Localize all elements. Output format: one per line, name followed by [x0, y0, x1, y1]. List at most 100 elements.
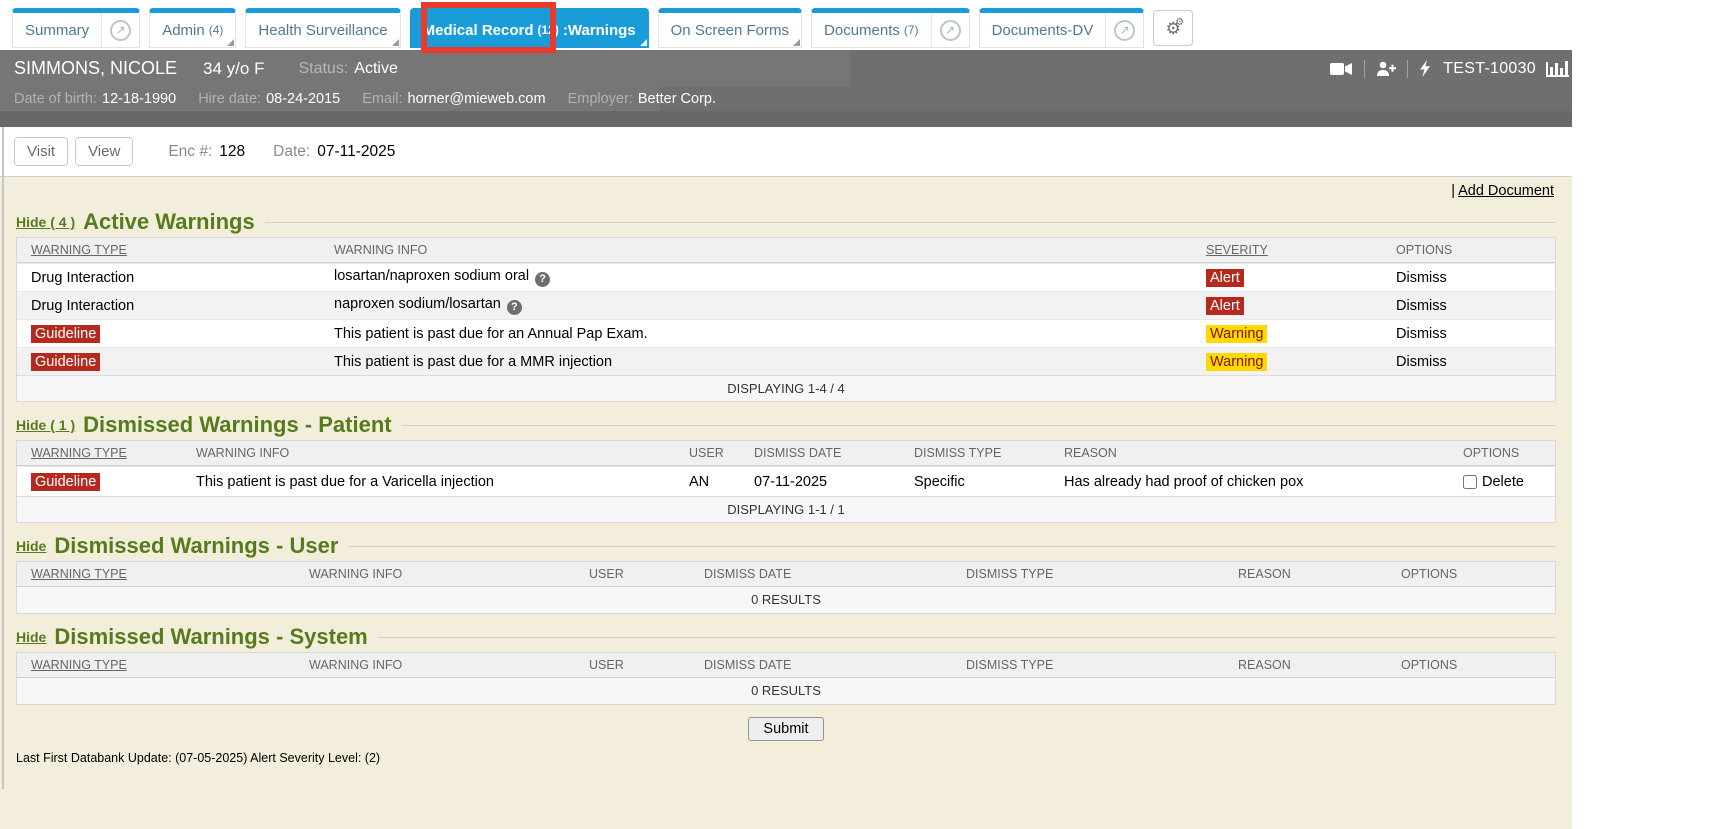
warning-type-cell: Guideline — [17, 325, 320, 343]
view-button[interactable]: View — [75, 137, 133, 166]
banner-bottom-strip — [0, 111, 1572, 127]
warning-type-cell: Drug Interaction — [17, 298, 320, 314]
tab-label: Documents-DV — [992, 22, 1094, 39]
section-rule — [378, 637, 1556, 638]
col-warning-info: WARNING INFO — [182, 446, 675, 460]
video-call-icon[interactable] — [1330, 62, 1353, 76]
warning-row: Guideline This patient is past due for a… — [17, 347, 1555, 375]
documents-dv-popout-button[interactable]: ↗ — [1105, 13, 1143, 47]
active-warnings-table: WARNING TYPE WARNING INFO SEVERITY OPTIO… — [16, 237, 1556, 402]
add-document-row: |Add Document — [16, 183, 1556, 207]
section-dismissed-system-header: Hide Dismissed Warnings - System — [16, 622, 1556, 652]
section-title: Dismissed Warnings - Patient — [83, 412, 391, 438]
email-label: Email: — [362, 91, 402, 107]
patient-name: SIMMONS, NICOLE — [14, 58, 177, 79]
tab-on-screen-forms[interactable]: On Screen Forms — [658, 8, 802, 48]
add-document-link[interactable]: Add Document — [1458, 183, 1554, 199]
warning-info-cell: losartan/naproxen sodium oral? — [320, 268, 1192, 287]
warnings-page: |Add Document Hide ( 4 ) Active Warnings… — [0, 177, 1572, 829]
employer-label: Employer: — [568, 91, 633, 107]
hide-patient-link[interactable]: Hide ( 1 ) — [16, 417, 75, 433]
empty-results: 0 RESULTS — [17, 587, 1555, 613]
options-cell: Dismiss — [1382, 354, 1555, 370]
application-window: Summary ↗ Admin (4) Health Surveillance … — [0, 0, 1572, 829]
summary-popout-button[interactable]: ↗ — [101, 13, 139, 47]
tab-documents[interactable]: Documents (7) ↗ — [811, 8, 970, 48]
col-options: OPTIONS — [1387, 567, 1555, 581]
col-warning-info: WARNING INFO — [295, 658, 575, 672]
severity-cell: Alert — [1192, 297, 1382, 315]
col-warning-type[interactable]: WARNING TYPE — [17, 243, 320, 257]
dropdown-fold-icon — [227, 39, 234, 46]
hide-user-link[interactable]: Hide — [16, 538, 46, 554]
email-value: horner@mieweb.com — [408, 91, 546, 107]
col-warning-type[interactable]: WARNING TYPE — [17, 567, 295, 581]
warning-info-cell: This patient is past due for a MMR injec… — [320, 354, 1192, 370]
dismiss-date-cell: 07-11-2025 — [740, 474, 900, 490]
col-reason: REASON — [1224, 567, 1387, 581]
visit-button[interactable]: Visit — [14, 137, 68, 166]
warning-row: Drug Interaction naproxen sodium/losarta… — [17, 291, 1555, 319]
lightning-icon[interactable] — [1419, 60, 1431, 77]
encounter-toolbar: Visit View Enc #: 128 Date: 07-11-2025 — [0, 127, 1572, 177]
severity-cell: Warning — [1192, 325, 1382, 343]
tab-label: On Screen Forms — [671, 22, 789, 39]
dismiss-link[interactable]: Dismiss — [1396, 354, 1447, 370]
tab-documents-dv[interactable]: Documents-DV ↗ — [979, 8, 1145, 48]
chart-tab-bar: Summary ↗ Admin (4) Health Surveillance … — [0, 0, 1572, 50]
dismiss-link[interactable]: Dismiss — [1396, 270, 1447, 286]
tab-health-surveillance[interactable]: Health Surveillance — [245, 8, 400, 48]
tab-summary[interactable]: Summary ↗ — [12, 8, 140, 48]
dismiss-link[interactable]: Dismiss — [1396, 298, 1447, 314]
warning-info-cell: naproxen sodium/losartan? — [320, 296, 1192, 315]
dob-label: Date of birth: — [14, 91, 97, 107]
col-severity[interactable]: SEVERITY — [1192, 243, 1382, 257]
empty-results: 0 RESULTS — [17, 678, 1555, 704]
patient-age-sex: 34 y/o F — [203, 59, 264, 79]
guideline-badge: Guideline — [31, 325, 100, 343]
col-warning-type[interactable]: WARNING TYPE — [17, 446, 182, 460]
tab-label: Admin — [162, 22, 205, 39]
help-icon[interactable]: ? — [507, 300, 522, 315]
tab-admin[interactable]: Admin (4) — [149, 8, 236, 48]
date-label: Date: — [273, 143, 310, 161]
col-dismiss-type: DISMISS TYPE — [952, 658, 1224, 672]
tab-label: Medical Record — [423, 22, 534, 39]
databank-note: Last First Databank Update: (07-05-2025)… — [16, 751, 1556, 765]
severity-badge: Warning — [1206, 353, 1267, 371]
delete-checkbox[interactable] — [1463, 475, 1477, 489]
reason-cell: Has already had proof of chicken pox — [1050, 474, 1449, 490]
help-icon[interactable]: ? — [535, 272, 550, 287]
tab-count: (12) — [538, 23, 559, 37]
col-warning-info: WARNING INFO — [295, 567, 575, 581]
settings-gears-button[interactable]: ⚙ ⚙ — [1153, 10, 1193, 46]
flowsheet-chart-icon[interactable] — [1546, 60, 1572, 77]
displaying-count: DISPLAYING 1-4 / 4 — [17, 375, 1555, 401]
dropdown-fold-icon — [640, 39, 647, 46]
dismiss-link[interactable]: Dismiss — [1396, 326, 1447, 342]
section-rule — [348, 546, 1556, 547]
submit-button[interactable]: Submit — [748, 717, 823, 741]
hide-active-link[interactable]: Hide ( 4 ) — [16, 214, 75, 230]
tab-label: Documents — [824, 22, 900, 39]
delete-label[interactable]: Delete — [1482, 474, 1524, 490]
user-cell: AN — [675, 474, 740, 490]
patient-banner: SIMMONS, NICOLE 34 y/o F Status: Active … — [0, 50, 1572, 127]
hire-date-value: 08-24-2015 — [266, 91, 340, 107]
dismiss-type-cell: Specific — [900, 474, 1050, 490]
documents-popout-button[interactable]: ↗ — [931, 13, 969, 47]
col-warning-type[interactable]: WARNING TYPE — [17, 658, 295, 672]
enc-value: 128 — [219, 143, 245, 161]
add-person-icon[interactable] — [1376, 61, 1396, 77]
tab-label: Health Surveillance — [258, 22, 387, 39]
patient-id: TEST-10030 — [1443, 60, 1536, 78]
warning-info-cell: This patient is past due for an Annual P… — [320, 326, 1192, 342]
popout-icon: ↗ — [110, 20, 131, 41]
warning-row: Guideline This patient is past due for a… — [17, 319, 1555, 347]
tab-medical-record-warnings[interactable]: Medical Record (12):Warnings — [410, 8, 649, 48]
employer-value: Better Corp. — [638, 91, 716, 107]
tab-label: Summary — [25, 22, 89, 39]
col-dismiss-date: DISMISS DATE — [690, 658, 952, 672]
popout-icon: ↗ — [940, 20, 961, 41]
hide-system-link[interactable]: Hide — [16, 629, 46, 645]
